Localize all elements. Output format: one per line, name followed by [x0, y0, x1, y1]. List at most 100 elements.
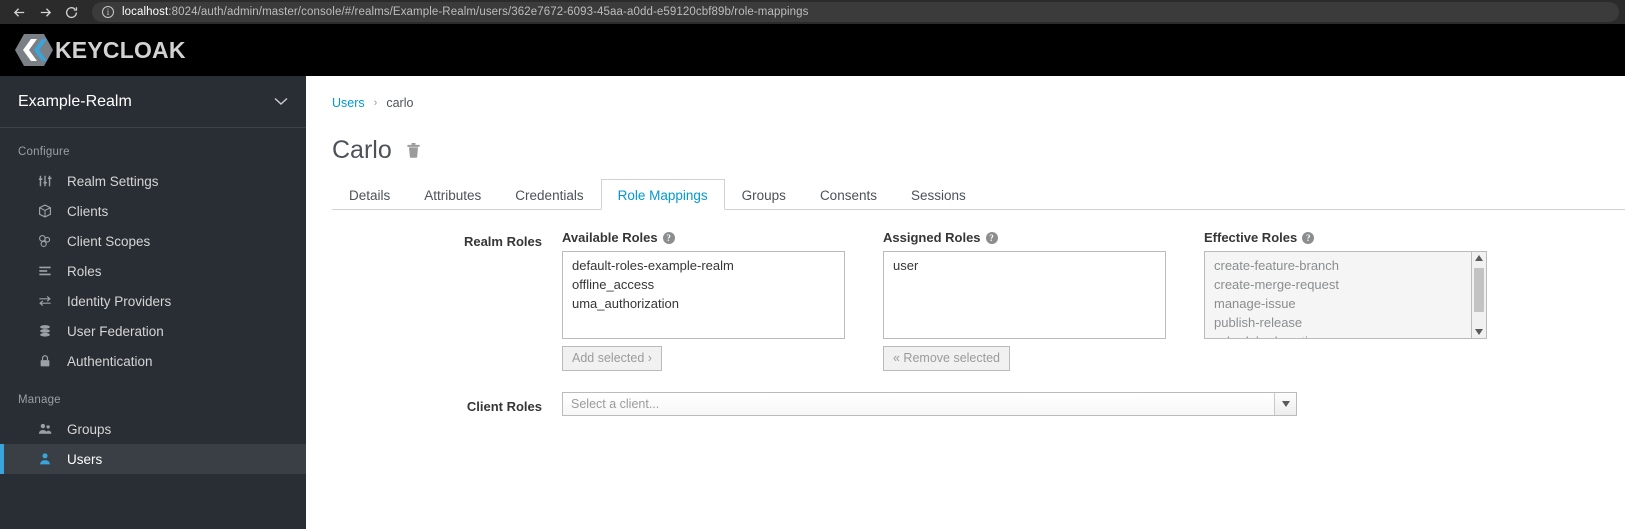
effective-roles-scrollbar[interactable]: [1472, 251, 1487, 339]
keycloak-logo[interactable]: KEYCLOAK: [14, 33, 186, 67]
client-roles-row: Client Roles Select a client...: [332, 392, 1625, 416]
effective-roles-listbox-wrapper: create-feature-branch create-merge-reque…: [1204, 251, 1487, 339]
sidebar-item-users[interactable]: Users: [0, 444, 306, 474]
url-path: :8024/auth/admin/master/console/#/realms…: [168, 6, 809, 18]
lock-icon: [38, 354, 60, 368]
help-icon[interactable]: ?: [662, 231, 675, 244]
trash-icon[interactable]: [406, 142, 421, 159]
sidebar: Example-Realm Configure Realm Settings C…: [0, 76, 306, 529]
sidebar-item-label: Realm Settings: [67, 173, 159, 189]
forward-icon[interactable]: [32, 1, 58, 23]
database-icon: [38, 324, 60, 338]
sidebar-item-client-scopes[interactable]: Client Scopes: [0, 226, 306, 256]
help-icon[interactable]: ?: [985, 231, 998, 244]
effective-roles-column: Effective Roles ? create-feature-branch …: [1204, 230, 1487, 339]
tab-credentials[interactable]: Credentials: [498, 179, 600, 210]
sidebar-item-label: Clients: [67, 203, 109, 219]
nav-section-title-manage: Manage: [18, 394, 61, 406]
sidebar-item-label: Groups: [67, 421, 112, 437]
list-item: manage-issue: [1214, 296, 1296, 311]
users-icon: [38, 422, 60, 436]
nav-section-title-configure: Configure: [18, 146, 70, 158]
assigned-roles-listbox[interactable]: user: [883, 251, 1166, 339]
list-item[interactable]: uma_authorization: [563, 294, 844, 313]
available-roles-listbox[interactable]: default-roles-example-realm offline_acce…: [562, 251, 845, 339]
realm-roles-row: Realm Roles Available Roles ? default-ro…: [332, 230, 1625, 371]
chevron-down-icon: [274, 94, 288, 109]
tab-role-mappings[interactable]: Role Mappings: [600, 179, 725, 210]
tab-consents[interactable]: Consents: [803, 179, 894, 210]
scrollbar-thumb[interactable]: [1474, 268, 1484, 312]
reload-icon[interactable]: [58, 1, 84, 23]
sidebar-item-label: Users: [67, 451, 103, 467]
tab-attributes[interactable]: Attributes: [407, 179, 498, 210]
cubes-icon: [38, 234, 60, 248]
list-item[interactable]: default-roles-example-realm: [563, 256, 844, 275]
breadcrumb-link-users[interactable]: Users: [332, 96, 365, 110]
caret-up-icon[interactable]: [1472, 253, 1486, 263]
list-item: create-feature-branch: [1214, 258, 1340, 273]
list-item[interactable]: user: [884, 256, 1165, 275]
sidebar-item-label: Authentication: [67, 353, 153, 369]
sidebar-item-label: User Federation: [67, 323, 164, 339]
effective-roles-listbox[interactable]: create-feature-branch create-merge-reque…: [1204, 251, 1472, 339]
list-icon: [38, 264, 60, 278]
available-roles-column: Available Roles ? default-roles-example-…: [562, 230, 845, 371]
list-item: create-merge-request: [1214, 277, 1339, 292]
sidebar-item-realm-settings[interactable]: Realm Settings: [0, 166, 306, 196]
tab-bar: Details Attributes Credentials Role Mapp…: [332, 178, 1625, 210]
effective-roles-title: Effective Roles ?: [1204, 230, 1487, 245]
page-title: Carlo: [332, 135, 392, 164]
url-host: localhost: [122, 6, 169, 18]
list-item: publish-release: [1214, 315, 1303, 330]
effective-roles-title-text: Effective Roles: [1204, 230, 1298, 245]
sidebar-item-label: Client Scopes: [67, 233, 151, 249]
address-bar[interactable]: i localhost:8024/auth/admin/master/conso…: [92, 2, 1619, 22]
realm-name: Example-Realm: [18, 92, 132, 110]
sidebar-item-clients[interactable]: Clients: [0, 196, 306, 226]
caret-down-icon[interactable]: [1472, 327, 1486, 337]
sidebar-item-identity-providers[interactable]: Identity Providers: [0, 286, 306, 316]
available-roles-title: Available Roles ?: [562, 230, 845, 245]
assigned-roles-column: Assigned Roles ? user « Remove selected: [883, 230, 1166, 371]
list-item[interactable]: offline_access: [563, 275, 844, 294]
client-roles-label: Client Roles: [466, 398, 542, 414]
sidebar-item-groups[interactable]: Groups: [0, 414, 306, 444]
assigned-roles-title-text: Assigned Roles: [883, 230, 981, 245]
assigned-roles-title: Assigned Roles ?: [883, 230, 1166, 245]
role-mappings-form: Realm Roles Available Roles ? default-ro…: [332, 210, 1625, 416]
client-select[interactable]: Select a client...: [562, 392, 1297, 416]
keycloak-logo-icon: [15, 34, 53, 66]
page-header: Carlo: [332, 133, 1625, 167]
browser-toolbar: i localhost:8024/auth/admin/master/conso…: [0, 0, 1625, 24]
main-content: Users › carlo Carlo Details Attributes C…: [306, 76, 1625, 529]
caret-down-icon[interactable]: [1274, 393, 1296, 415]
app-brand-name: KEYCLOAK: [55, 36, 186, 63]
realm-selector[interactable]: Example-Realm: [0, 76, 306, 128]
sidebar-item-roles[interactable]: Roles: [0, 256, 306, 286]
nav-section-manage: Manage Groups Users: [0, 376, 306, 474]
back-icon[interactable]: [6, 1, 32, 23]
remove-selected-button[interactable]: « Remove selected: [883, 346, 1011, 371]
sidebar-item-authentication[interactable]: Authentication: [0, 346, 306, 376]
info-icon[interactable]: i: [102, 6, 114, 18]
list-item: schedule-downtime: [1205, 332, 1471, 338]
breadcrumb-current: carlo: [386, 96, 414, 110]
help-icon[interactable]: ?: [1302, 231, 1315, 244]
tab-details[interactable]: Details: [332, 179, 407, 210]
sidebar-item-user-federation[interactable]: User Federation: [0, 316, 306, 346]
cube-icon: [38, 204, 60, 218]
sidebar-item-label: Identity Providers: [67, 293, 172, 309]
user-icon: [38, 452, 60, 466]
client-select-value[interactable]: Select a client...: [563, 393, 1274, 415]
tab-groups[interactable]: Groups: [725, 179, 803, 210]
tab-sessions[interactable]: Sessions: [894, 179, 983, 210]
exchange-icon: [38, 294, 60, 308]
nav-section-configure: Configure Realm Settings Clients Client …: [0, 128, 306, 376]
available-roles-title-text: Available Roles: [562, 230, 658, 245]
scrollbar-track[interactable]: [1472, 263, 1486, 327]
add-selected-button[interactable]: Add selected ›: [562, 346, 662, 371]
breadcrumb: Users › carlo: [332, 76, 1625, 110]
realm-roles-label: Realm Roles: [463, 234, 542, 249]
sidebar-item-label: Roles: [67, 263, 102, 279]
